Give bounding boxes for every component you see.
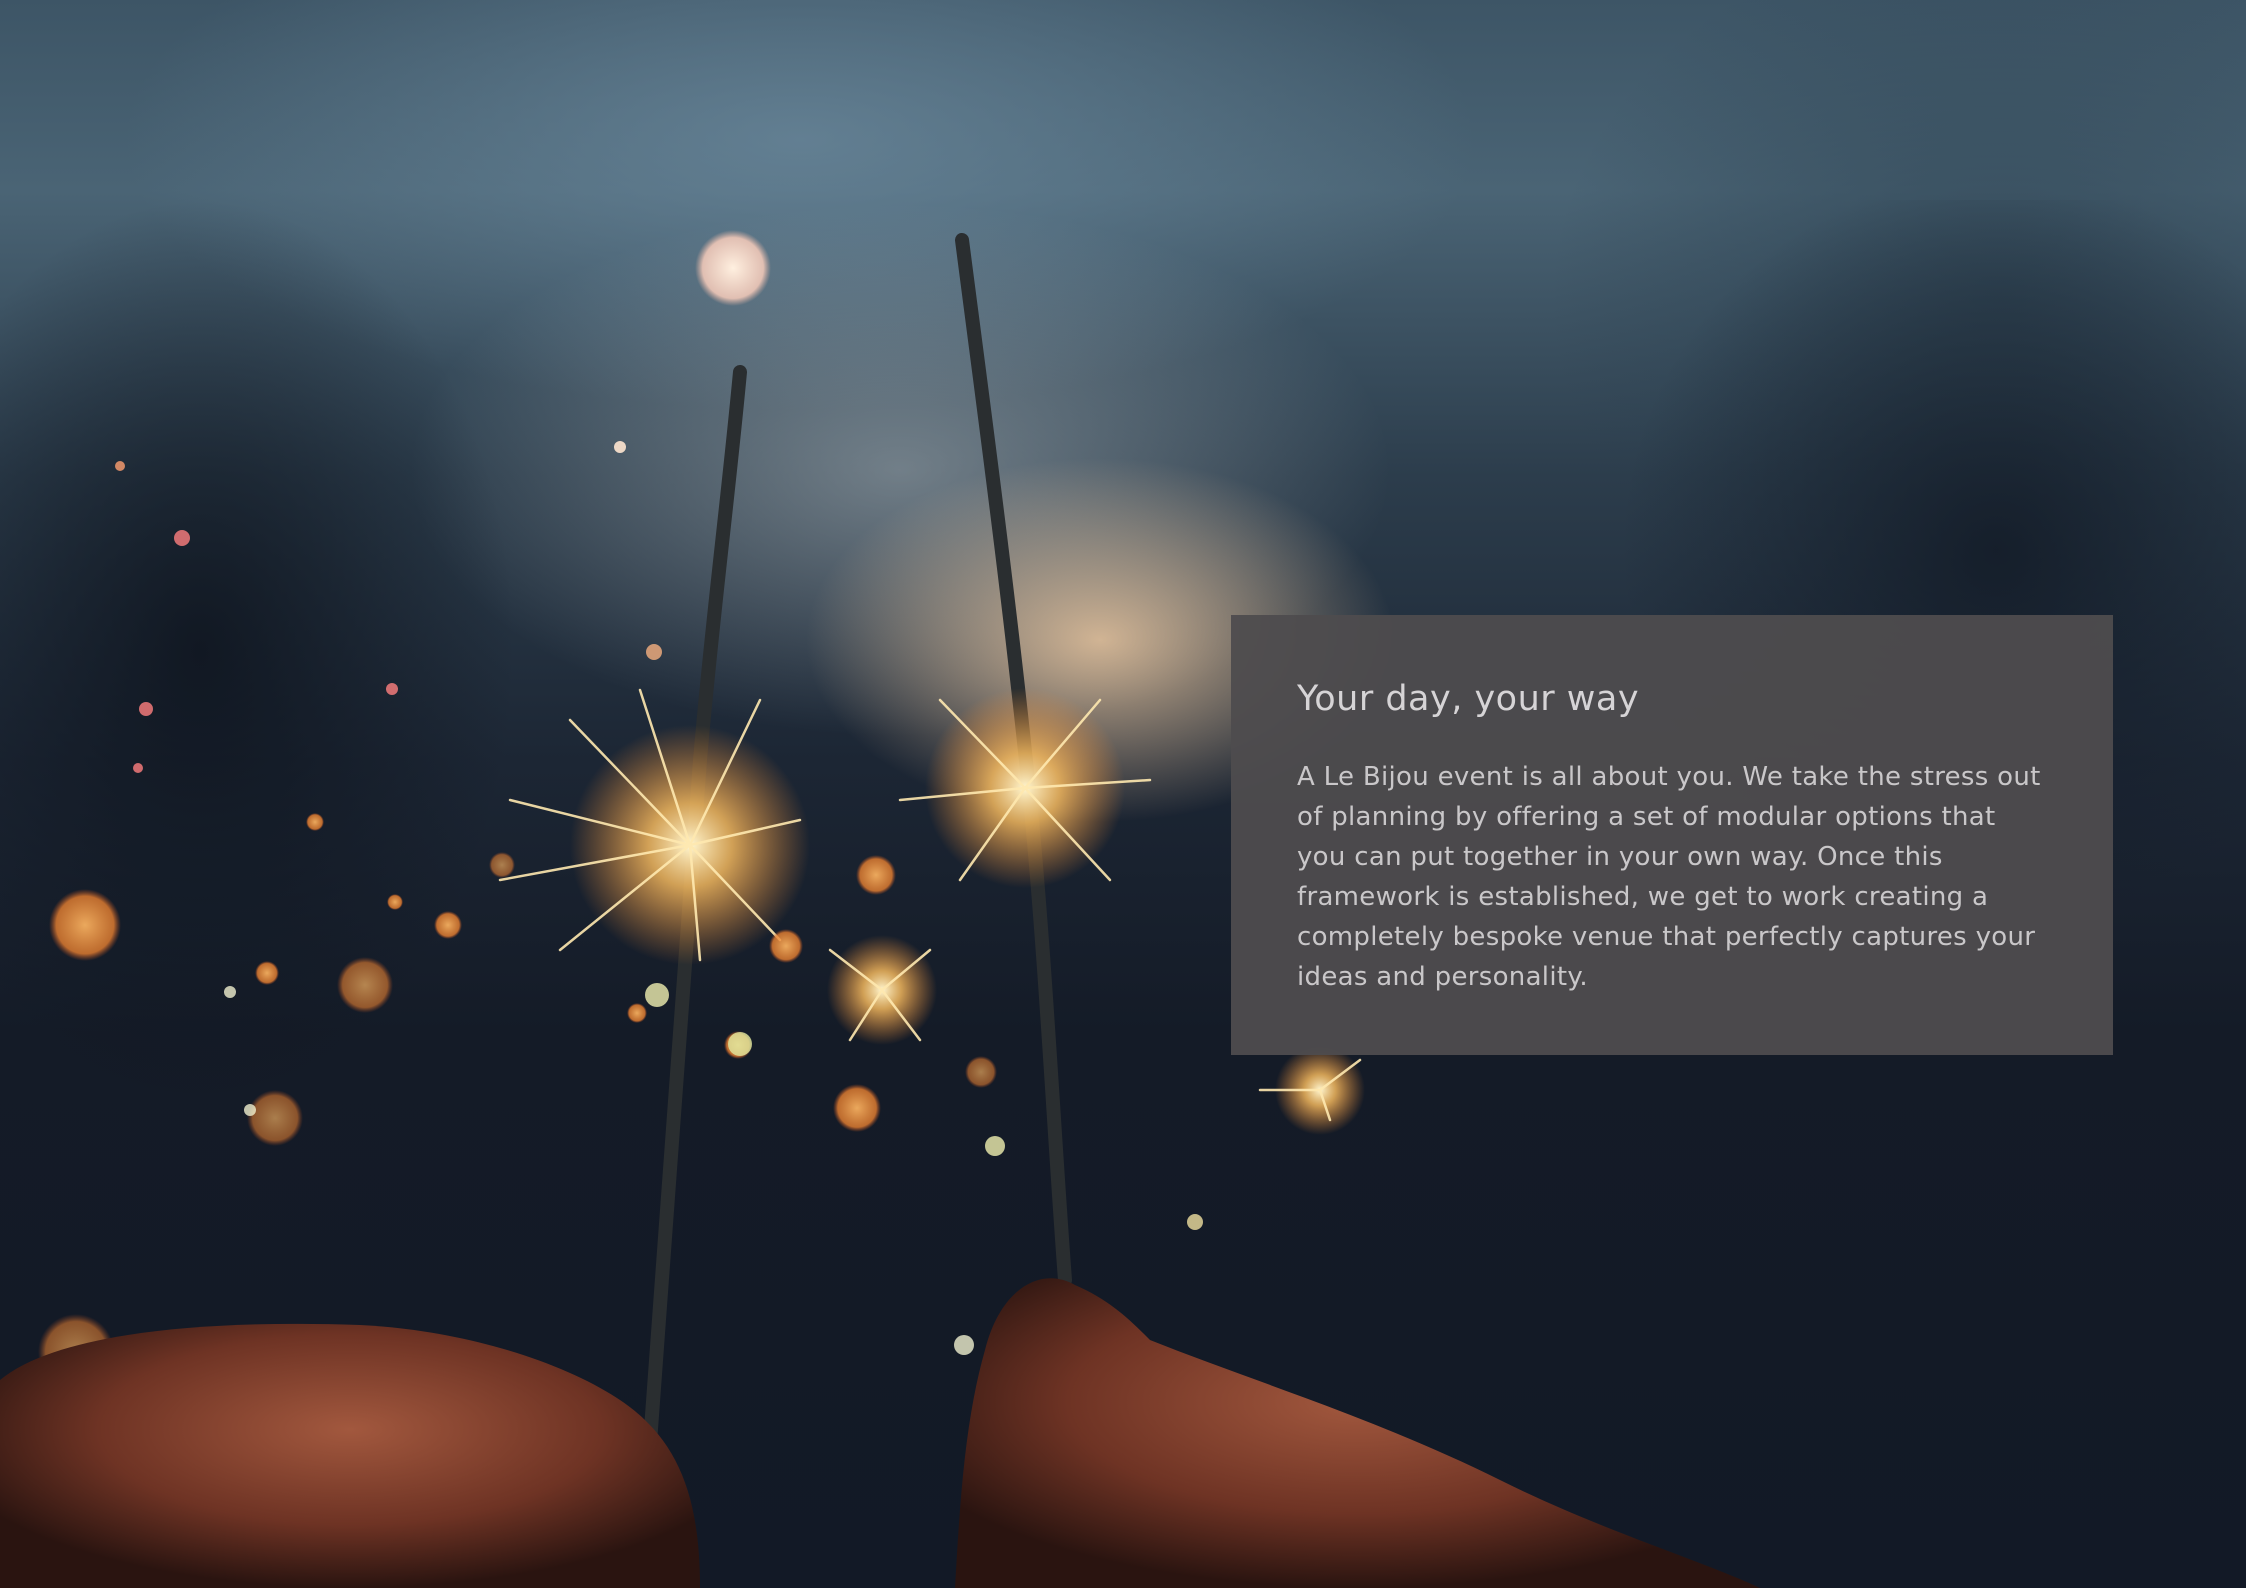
panel-body-text: A Le Bijou event is all about you. We ta… xyxy=(1297,762,2041,992)
panel-title: Your day, your way xyxy=(1297,679,1640,719)
intro-text-panel: Your day, your way A Le Bijou event is a… xyxy=(1231,615,2113,1055)
brochure-page: Your day, your way A Le Bijou event is a… xyxy=(0,0,2246,1588)
